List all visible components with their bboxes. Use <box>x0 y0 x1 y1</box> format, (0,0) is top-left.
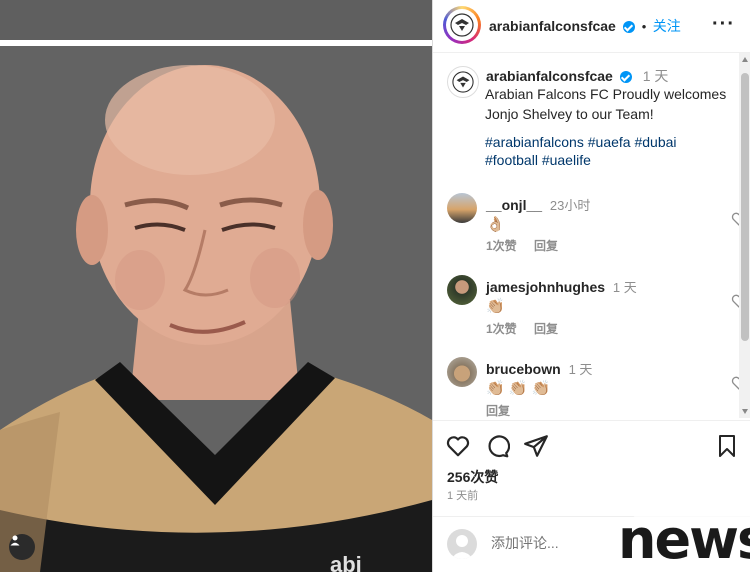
profile-avatar[interactable] <box>443 6 481 44</box>
verified-icon <box>623 20 636 33</box>
comment-time: 1 天 <box>612 280 637 295</box>
post-header: arabianfalconsfcae • 关注 ··· <box>433 0 750 53</box>
player-image: abi <box>0 46 432 572</box>
comment-item: __onjl__ 23小时 👌🏼 1次赞 回复 <box>447 193 739 253</box>
comment-likes[interactable]: 1次赞 <box>486 239 517 253</box>
heart-icon[interactable] <box>731 211 739 227</box>
avatar-icon <box>447 529 477 559</box>
comment-likes[interactable]: 1次赞 <box>486 322 517 336</box>
comment-text: 👌🏼 <box>486 216 505 233</box>
hashtag-link[interactable]: #uaelife <box>542 152 591 168</box>
commenter-username[interactable]: __onjl__ <box>486 197 542 213</box>
bookmark-icon[interactable] <box>715 433 739 459</box>
more-icon[interactable]: ··· <box>712 13 735 36</box>
scrollbar-thumb[interactable] <box>741 73 749 341</box>
caption-time: 1 天 <box>642 68 669 84</box>
header-separator: • <box>641 19 647 34</box>
hashtag-link[interactable]: #football <box>485 152 538 168</box>
hashtag-link[interactable]: #dubai <box>634 134 676 150</box>
hashtag-link[interactable]: #arabianfalcons <box>485 134 584 150</box>
reply-button[interactable]: 回复 <box>534 239 558 253</box>
heart-icon[interactable] <box>731 293 739 309</box>
hashtag-link[interactable]: #uaefa <box>588 134 631 150</box>
comment-item: jamesjohnhughes 1 天 👏🏼 1次赞 回复 <box>447 275 739 336</box>
scroll-down-icon[interactable] <box>742 409 748 414</box>
commenter-username[interactable]: brucebown <box>486 361 561 377</box>
reply-button[interactable]: 回复 <box>486 404 510 418</box>
commenter-avatar[interactable] <box>447 275 477 305</box>
user-tag-icon[interactable] <box>9 534 35 560</box>
header-username[interactable]: arabianfalconsfcae <box>489 18 616 34</box>
reply-button[interactable]: 回复 <box>534 322 558 336</box>
scrollbar[interactable] <box>739 53 750 418</box>
comment-text: 👏🏼 👏🏼 👏🏼 <box>486 380 551 397</box>
share-icon[interactable] <box>523 433 549 459</box>
post-actions: 256次赞 1 天前 <box>433 420 750 517</box>
comments-scroll[interactable]: arabianfalconsfcae 1 天 Arabian Falcons F… <box>433 53 739 418</box>
comment-time: 1 天 <box>568 362 593 377</box>
post-panel: arabianfalconsfcae • 关注 ··· arabianfalco… <box>432 0 750 572</box>
svg-text:abi: abi <box>330 552 362 572</box>
comment-item: brucebown 1 天 👏🏼 👏🏼 👏🏼 回复 <box>447 357 739 418</box>
caption-hashtags: #arabianfalcons #uaefa #dubai #football … <box>485 133 735 169</box>
heart-icon[interactable] <box>731 375 739 391</box>
commenter-avatar[interactable] <box>447 193 477 223</box>
verified-icon <box>620 70 633 83</box>
scroll-up-icon[interactable] <box>742 57 748 62</box>
caption-avatar[interactable] <box>447 66 479 98</box>
post-time[interactable]: 1 天前 <box>447 487 478 503</box>
caption-text: Arabian Falcons FC Proudly welcomes Jonj… <box>485 86 727 122</box>
falcon-logo-icon <box>450 13 474 37</box>
comment-text: 👏🏼 <box>486 298 505 315</box>
news-watermark: news <box>618 508 750 571</box>
caption-username[interactable]: arabianfalconsfcae <box>486 68 613 84</box>
post-photo[interactable]: abi <box>0 0 432 572</box>
commenter-username[interactable]: jamesjohnhughes <box>486 279 605 295</box>
commenter-avatar[interactable] <box>447 357 477 387</box>
falcon-logo-icon <box>452 71 474 93</box>
comment-icon[interactable] <box>484 433 510 459</box>
follow-button[interactable]: 关注 <box>653 18 681 34</box>
heart-icon[interactable] <box>445 433 471 459</box>
comment-time: 23小时 <box>549 198 591 213</box>
likes-count[interactable]: 256次赞 <box>447 467 498 487</box>
